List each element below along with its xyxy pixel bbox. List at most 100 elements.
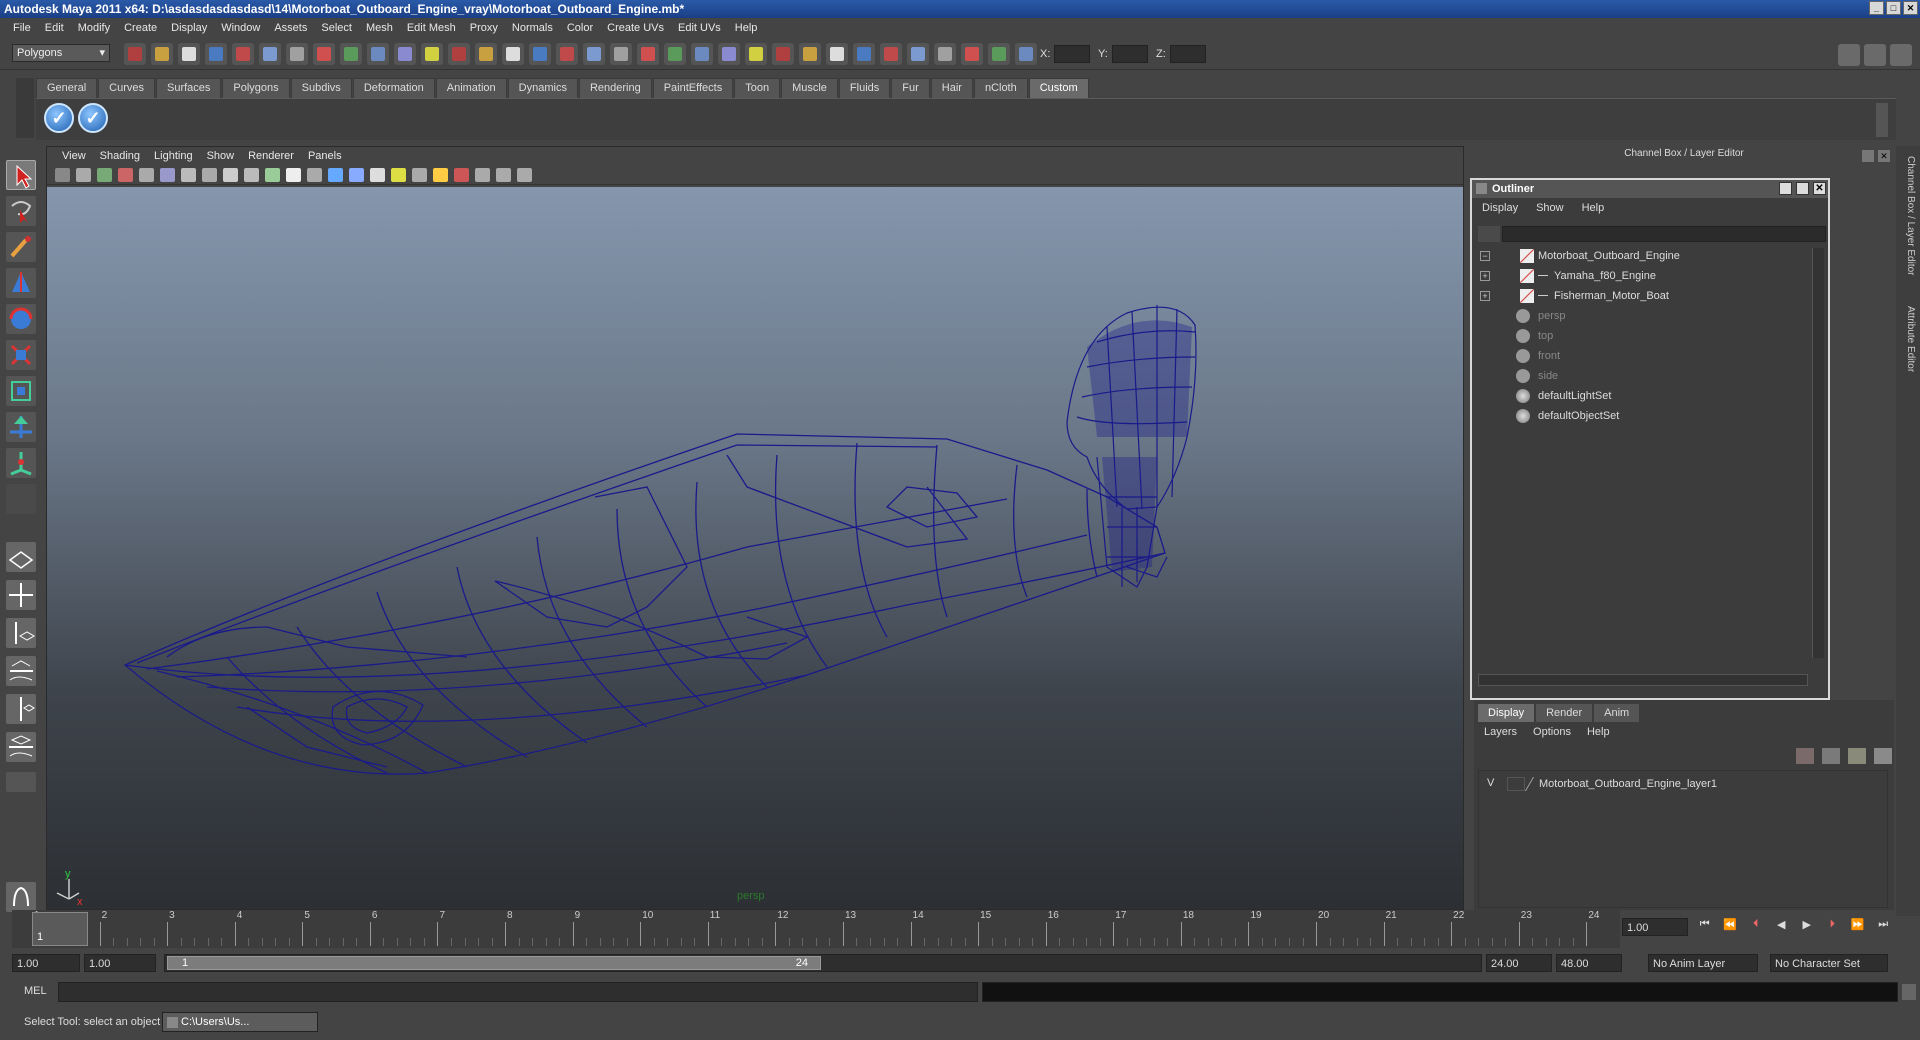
minimize-button[interactable]: _ <box>1869 1 1884 15</box>
manipulator-icon[interactable] <box>6 376 36 406</box>
expand-toggle-icon[interactable]: + <box>1480 291 1490 301</box>
viewport-menu-lighting[interactable]: Lighting <box>147 150 200 162</box>
status-tool-icon[interactable] <box>961 43 983 65</box>
outliner-menu-help[interactable]: Help <box>1582 202 1605 214</box>
viewport-tool-icon[interactable] <box>475 168 490 182</box>
channel-box-side-tab[interactable]: Channel Box / Layer Editor <box>1900 156 1916 286</box>
checkmark-icon[interactable]: ✓ <box>44 103 74 133</box>
shelf-tab-rendering[interactable]: Rendering <box>578 78 652 98</box>
menu-select[interactable]: Select <box>314 22 359 34</box>
viewport-tool-icon[interactable] <box>433 168 448 182</box>
status-tool-icon[interactable] <box>421 43 443 65</box>
layer-menu-options[interactable]: Options <box>1533 726 1571 738</box>
menu-edit-mesh[interactable]: Edit Mesh <box>400 22 463 34</box>
shelf-handle[interactable] <box>16 78 34 138</box>
viewport-tool-icon[interactable] <box>55 168 70 182</box>
viewport-tool-icon[interactable] <box>370 168 385 182</box>
script-editor-icon[interactable] <box>1902 984 1916 1000</box>
viewport-tool-icon[interactable] <box>160 168 175 182</box>
rotate-tool-icon[interactable] <box>6 304 36 334</box>
status-tool-icon[interactable] <box>367 43 389 65</box>
layer-tab-display[interactable]: Display <box>1478 704 1535 722</box>
move-tool-icon[interactable] <box>6 268 36 298</box>
toggle-panels-icon[interactable] <box>1838 44 1860 66</box>
float-panel-icon[interactable] <box>1862 150 1874 162</box>
shelf-tab-polygons[interactable]: Polygons <box>222 78 290 98</box>
shelf-tab-subdivs[interactable]: Subdivs <box>290 78 352 98</box>
paint-select-icon[interactable] <box>6 232 36 262</box>
go-to-end-icon[interactable]: ⏭ <box>1873 918 1895 936</box>
anim-layer-dropdown[interactable]: No Anim Layer <box>1648 954 1758 972</box>
status-tool-icon[interactable] <box>151 43 173 65</box>
current-time-field[interactable]: 1.00 <box>1622 918 1688 936</box>
menu-help[interactable]: Help <box>728 22 765 34</box>
expand-toggle-icon[interactable]: − <box>1480 251 1490 261</box>
outliner-menu-display[interactable]: Display <box>1482 202 1518 214</box>
status-tool-icon[interactable] <box>475 43 497 65</box>
time-slider[interactable]: 123456789101112131415161718192021222324 … <box>12 910 1620 948</box>
status-tool-icon[interactable] <box>934 43 956 65</box>
status-tool-icon[interactable] <box>691 43 713 65</box>
y-field[interactable] <box>1112 45 1148 63</box>
outliner-item[interactable]: front <box>1472 346 1802 366</box>
menu-color[interactable]: Color <box>560 22 600 34</box>
status-tool-icon[interactable] <box>556 43 578 65</box>
status-tool-icon[interactable] <box>718 43 740 65</box>
menu-mesh[interactable]: Mesh <box>359 22 400 34</box>
close-panel-icon[interactable]: ✕ <box>1878 150 1890 162</box>
outliner-item[interactable]: top <box>1472 326 1802 346</box>
status-tool-icon[interactable] <box>664 43 686 65</box>
status-tool-icon[interactable] <box>178 43 200 65</box>
status-tool-icon[interactable] <box>232 43 254 65</box>
layer-tab-anim[interactable]: Anim <box>1594 704 1640 722</box>
status-tool-icon[interactable] <box>799 43 821 65</box>
menu-modify[interactable]: Modify <box>71 22 117 34</box>
maximize-button[interactable]: □ <box>1886 1 1901 15</box>
viewport-tool-icon[interactable] <box>76 168 91 182</box>
shelf-scroll-icon[interactable] <box>1876 103 1888 137</box>
status-tool-icon[interactable] <box>745 43 767 65</box>
viewport-tool-icon[interactable] <box>307 168 322 182</box>
outliner-menu-show[interactable]: Show <box>1536 202 1564 214</box>
outliner-vertical-scrollbar[interactable] <box>1812 248 1824 658</box>
outliner-layout-icon[interactable] <box>6 618 36 648</box>
shelf-tab-hair[interactable]: Hair <box>930 78 973 98</box>
layer-menu-help[interactable]: Help <box>1587 726 1610 738</box>
menu-file[interactable]: File <box>6 22 38 34</box>
outliner-item[interactable]: side <box>1472 366 1802 386</box>
layer-up-icon[interactable] <box>1848 748 1866 764</box>
status-tool-icon[interactable] <box>340 43 362 65</box>
menu-assets[interactable]: Assets <box>267 22 314 34</box>
shelf-tab-ncloth[interactable]: nCloth <box>973 78 1028 98</box>
outliner-horizontal-scrollbar[interactable] <box>1478 674 1808 686</box>
viewport-tool-icon[interactable] <box>286 168 301 182</box>
layer-visibility-toggle[interactable]: V <box>1487 777 1505 791</box>
maximize-button[interactable] <box>1796 182 1809 195</box>
status-tool-icon[interactable] <box>259 43 281 65</box>
menu-edit-uvs[interactable]: Edit UVs <box>671 22 728 34</box>
shelf-tab-dynamics[interactable]: Dynamics <box>507 78 578 98</box>
viewport-tool-icon[interactable] <box>391 168 406 182</box>
outliner-item[interactable]: persp <box>1472 306 1802 326</box>
viewport-tool-icon[interactable] <box>181 168 196 182</box>
viewport-tool-icon[interactable] <box>244 168 259 182</box>
mudbox-icon[interactable] <box>6 882 36 912</box>
close-button[interactable]: ✕ <box>1903 1 1918 15</box>
outliner-item[interactable]: + Fisherman_Motor_Boat <box>1472 286 1802 306</box>
step-forward-key-icon[interactable]: ⏩ <box>1847 918 1869 936</box>
layer-menu-layers[interactable]: Layers <box>1484 726 1517 738</box>
attribute-editor-side-tab[interactable]: Attribute Editor <box>1900 306 1916 406</box>
status-tool-icon[interactable] <box>529 43 551 65</box>
perspective-view[interactable]: y x persp <box>47 187 1463 909</box>
layer-tab-render[interactable]: Render <box>1536 704 1593 722</box>
close-button[interactable]: ✕ <box>1813 182 1826 195</box>
status-tool-icon[interactable] <box>205 43 227 65</box>
step-forward-frame-icon[interactable]: ⏵ <box>1822 918 1844 936</box>
shelf-tab-fluids[interactable]: Fluids <box>838 78 891 98</box>
viewport-tool-icon[interactable] <box>349 168 364 182</box>
attribute-editor-icon[interactable] <box>1890 44 1912 66</box>
menu-edit[interactable]: Edit <box>38 22 71 34</box>
new-layer-icon[interactable] <box>1796 748 1814 764</box>
shelf-tab-deformation[interactable]: Deformation <box>352 78 435 98</box>
viewport-tool-icon[interactable] <box>412 168 427 182</box>
